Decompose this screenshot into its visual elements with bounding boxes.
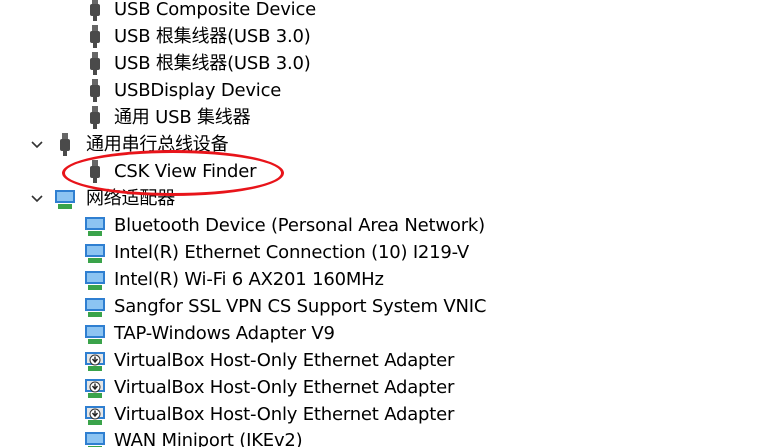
tree-item-label: Bluetooth Device (Personal Area Network) <box>114 215 485 236</box>
network-adapter-icon <box>85 325 105 344</box>
tree-item-label: USBDisplay Device <box>114 80 282 101</box>
tree-category-label: 网络适配器 <box>86 188 175 209</box>
tree-item-label: CSK View Finder <box>114 161 257 182</box>
tree-item-tap-windows-adapter[interactable]: TAP-Windows Adapter V9 <box>0 320 784 347</box>
tree-item-virtualbox-adapter[interactable]: VirtualBox Host-Only Ethernet Adapter <box>0 347 784 374</box>
tree-item-label: USB Composite Device <box>114 0 317 20</box>
tree-category-network-adapters[interactable]: 网络适配器 <box>0 185 784 212</box>
network-adapter-icon <box>55 190 75 209</box>
network-adapter-icon <box>85 432 105 447</box>
tree-category-serial-bus-devices[interactable]: 通用串行总线设备 <box>0 131 784 158</box>
usb-plug-icon <box>60 133 70 156</box>
chevron-down-icon[interactable] <box>29 137 45 153</box>
usb-plug-icon <box>90 0 100 21</box>
tree-item-label: VirtualBox Host-Only Ethernet Adapter <box>114 404 455 425</box>
network-adapter-icon <box>85 271 105 290</box>
usb-plug-icon <box>90 79 100 102</box>
network-adapter-download-icon <box>85 406 105 425</box>
tree-item-label: USB 根集线器(USB 3.0) <box>114 53 311 74</box>
device-tree: USB Composite Device USB 根集线器(USB 3.0) U… <box>0 0 784 447</box>
tree-item-label: Intel(R) Ethernet Connection (10) I219-V <box>114 242 470 263</box>
network-adapter-download-icon <box>85 352 105 371</box>
usb-plug-icon <box>90 52 100 75</box>
usb-plug-icon <box>90 160 100 183</box>
tree-item-usb-composite-device[interactable]: USB Composite Device <box>0 0 784 23</box>
tree-item-intel-wifi[interactable]: Intel(R) Wi-Fi 6 AX201 160MHz <box>0 266 784 293</box>
tree-item-virtualbox-adapter[interactable]: VirtualBox Host-Only Ethernet Adapter <box>0 374 784 401</box>
tree-item-intel-ethernet[interactable]: Intel(R) Ethernet Connection (10) I219-V <box>0 239 784 266</box>
tree-item-label: 通用 USB 集线器 <box>114 107 251 128</box>
tree-item-label: WAN Miniport (IKEv2) <box>114 430 303 447</box>
tree-item-usbdisplay-device[interactable]: USBDisplay Device <box>0 77 784 104</box>
network-adapter-icon <box>85 217 105 236</box>
tree-item-sangfor-vnic[interactable]: Sangfor SSL VPN CS Support System VNIC <box>0 293 784 320</box>
tree-item-csk-view-finder[interactable]: CSK View Finder <box>0 158 784 185</box>
usb-plug-icon <box>90 106 100 129</box>
usb-plug-icon <box>90 25 100 48</box>
tree-item-usb-root-hub[interactable]: USB 根集线器(USB 3.0) <box>0 50 784 77</box>
tree-item-virtualbox-adapter[interactable]: VirtualBox Host-Only Ethernet Adapter <box>0 401 784 428</box>
tree-item-label: TAP-Windows Adapter V9 <box>114 323 335 344</box>
tree-item-bluetooth-pan[interactable]: Bluetooth Device (Personal Area Network) <box>0 212 784 239</box>
tree-item-wan-miniport[interactable]: WAN Miniport (IKEv2) <box>0 427 784 447</box>
network-adapter-icon <box>85 298 105 317</box>
tree-item-label: VirtualBox Host-Only Ethernet Adapter <box>114 377 455 398</box>
tree-item-generic-usb-hub[interactable]: 通用 USB 集线器 <box>0 104 784 131</box>
tree-category-label: 通用串行总线设备 <box>86 134 229 155</box>
tree-item-label: USB 根集线器(USB 3.0) <box>114 26 311 47</box>
tree-item-label: Sangfor SSL VPN CS Support System VNIC <box>114 296 487 317</box>
chevron-down-icon[interactable] <box>29 191 45 207</box>
tree-item-label: VirtualBox Host-Only Ethernet Adapter <box>114 350 455 371</box>
network-adapter-icon <box>85 244 105 263</box>
tree-item-label: Intel(R) Wi-Fi 6 AX201 160MHz <box>114 269 384 290</box>
tree-item-usb-root-hub[interactable]: USB 根集线器(USB 3.0) <box>0 23 784 50</box>
network-adapter-download-icon <box>85 379 105 398</box>
